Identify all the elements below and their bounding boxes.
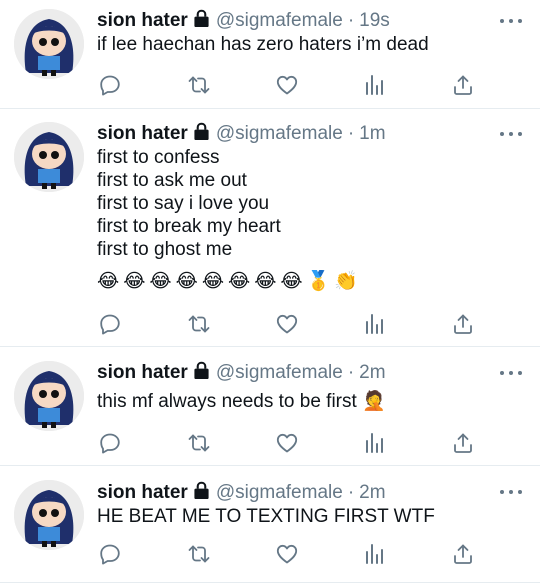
reply-icon[interactable] xyxy=(97,430,123,456)
tweet[interactable]: sion hater @sigmafemale · 2m HE BEAT ME … xyxy=(0,466,540,583)
tweet-actions xyxy=(0,541,540,569)
tweet-text: if lee haechan has zero haters i’m dead xyxy=(97,34,429,55)
analytics-icon[interactable] xyxy=(362,430,388,456)
emoji: 😂 xyxy=(123,271,146,292)
tweet[interactable]: sion hater @sigmafemale · 19s if lee hae… xyxy=(0,0,540,109)
avatar[interactable] xyxy=(14,122,84,192)
analytics-icon[interactable] xyxy=(362,311,388,337)
share-icon[interactable] xyxy=(450,72,476,98)
heart-icon[interactable] xyxy=(274,430,300,456)
reply-icon[interactable] xyxy=(97,311,123,337)
emoji: 😂 xyxy=(201,271,225,292)
lock-icon xyxy=(193,361,210,386)
tweet-actions xyxy=(0,72,540,100)
emoji-row: 😂 😂 😂 😂 😂 😂 😂 😂 🥇 👏 xyxy=(97,270,358,294)
avatar-image xyxy=(14,480,84,550)
reply-icon[interactable] xyxy=(97,541,123,567)
tweet-text: first to confess first to ask me out fir… xyxy=(97,147,281,260)
avatar[interactable] xyxy=(14,480,84,550)
separator-dot: · xyxy=(347,482,355,503)
timeline: sion hater @sigmafemale · 19s if lee hae… xyxy=(0,0,540,583)
emoji: 🥇 xyxy=(306,271,331,292)
retweet-icon[interactable] xyxy=(186,541,212,567)
author-handle[interactable]: @sigmafemale xyxy=(216,10,343,32)
analytics-icon[interactable] xyxy=(362,541,388,567)
author-name[interactable]: sion hater xyxy=(97,362,188,384)
avatar[interactable] xyxy=(14,361,84,431)
emoji: 😂 xyxy=(97,271,120,292)
more-icon[interactable] xyxy=(500,368,522,378)
emoji: 😂 xyxy=(254,271,277,292)
emoji: 😂 xyxy=(175,271,198,292)
author-handle[interactable]: @sigmafemale xyxy=(216,362,343,384)
share-icon[interactable] xyxy=(450,311,476,337)
tweet-header: sion hater @sigmafemale · 19s xyxy=(97,9,390,33)
tweet-header: sion hater @sigmafemale · 1m xyxy=(97,122,386,146)
author-handle[interactable]: @sigmafemale xyxy=(216,123,343,145)
more-icon[interactable] xyxy=(500,16,522,26)
separator-dot: · xyxy=(347,123,355,144)
tweet-text: this mf always needs to be first 🤦 xyxy=(97,391,386,412)
analytics-icon[interactable] xyxy=(362,72,388,98)
tweet[interactable]: sion hater @sigmafemale · 2m this mf alw… xyxy=(0,347,540,466)
timestamp[interactable]: 2m xyxy=(359,362,385,384)
emoji: 👏 xyxy=(334,271,358,292)
heart-icon[interactable] xyxy=(274,541,300,567)
retweet-icon[interactable] xyxy=(186,430,212,456)
author-name[interactable]: sion hater xyxy=(97,10,188,32)
separator-dot: · xyxy=(347,10,355,31)
separator-dot: · xyxy=(347,362,355,383)
more-icon[interactable] xyxy=(500,487,522,497)
tweet-header: sion hater @sigmafemale · 2m xyxy=(97,361,386,385)
tweet-actions xyxy=(0,430,540,458)
timestamp[interactable]: 19s xyxy=(359,10,390,32)
lock-icon xyxy=(193,481,210,506)
avatar-image xyxy=(14,122,84,192)
emoji: 😂 xyxy=(149,271,172,292)
more-icon[interactable] xyxy=(500,129,522,139)
author-handle[interactable]: @sigmafemale xyxy=(216,482,343,504)
tweet[interactable]: sion hater @sigmafemale · 1m first to co… xyxy=(0,109,540,347)
emoji: 😂 xyxy=(228,271,251,292)
timestamp[interactable]: 1m xyxy=(359,123,385,145)
retweet-icon[interactable] xyxy=(186,72,212,98)
lock-icon xyxy=(193,122,210,147)
share-icon[interactable] xyxy=(450,430,476,456)
author-name[interactable]: sion hater xyxy=(97,482,188,504)
tweet-text: HE BEAT ME TO TEXTING FIRST WTF xyxy=(97,506,435,527)
avatar-image xyxy=(14,361,84,431)
reply-icon[interactable] xyxy=(97,72,123,98)
timestamp[interactable]: 2m xyxy=(359,482,385,504)
avatar-image xyxy=(14,9,84,79)
lock-icon xyxy=(193,9,210,34)
share-icon[interactable] xyxy=(450,541,476,567)
tweet-header: sion hater @sigmafemale · 2m xyxy=(97,481,386,505)
avatar[interactable] xyxy=(14,9,84,79)
tweet-actions xyxy=(0,311,540,339)
author-name[interactable]: sion hater xyxy=(97,123,188,145)
heart-icon[interactable] xyxy=(274,72,300,98)
heart-icon[interactable] xyxy=(274,311,300,337)
retweet-icon[interactable] xyxy=(186,311,212,337)
emoji: 😂 xyxy=(280,271,303,292)
